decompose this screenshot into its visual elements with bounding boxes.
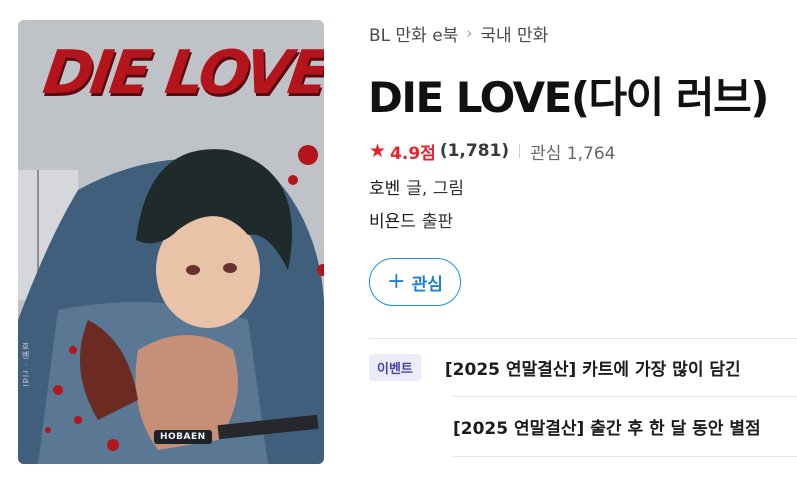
follow-button[interactable]: + 관심 xyxy=(369,258,461,306)
chevron-right-icon: › xyxy=(466,24,473,42)
cover-side-text: 호벤 · ridi xyxy=(21,342,30,388)
follow-button-label: 관심 xyxy=(411,274,443,295)
publisher-row: 비욘드 출판 xyxy=(369,207,453,232)
event-badge: 이벤트 xyxy=(369,353,421,381)
event-item[interactable]: 이벤트 [2025 연말결산] 카트에 가장 많이 담긴 xyxy=(369,347,797,387)
rating-row: ★ 4.9점 (1,781) 관심 1,764 xyxy=(369,139,616,164)
publisher-role: 출판 xyxy=(421,212,454,232)
book-cover[interactable]: DIE LOVE 호벤 · ridi HOBAEN xyxy=(18,20,324,464)
event-item[interactable]: [2025 연말결산] 출간 후 한 달 동안 별점 xyxy=(369,406,797,446)
divider xyxy=(519,144,521,158)
star-icon: ★ xyxy=(369,140,387,162)
breadcrumb-category[interactable]: BL 만화 e북 xyxy=(369,21,458,46)
author-role: 글, 그림 xyxy=(406,179,465,199)
section-divider xyxy=(369,338,797,339)
author-row: 호벤 글, 그림 xyxy=(369,174,464,199)
breadcrumb: BL 만화 e북 › 국내 만화 xyxy=(369,20,548,46)
event-divider xyxy=(453,396,797,397)
event-divider xyxy=(453,456,797,457)
interest-count: 관심 1,764 xyxy=(530,143,616,164)
plus-icon: + xyxy=(387,269,406,294)
rating-count[interactable]: (1,781) xyxy=(440,141,509,161)
cover-author-tag: HOBAEN xyxy=(154,430,212,444)
cover-title-art: DIE LOVE xyxy=(39,38,324,108)
event-text[interactable]: [2025 연말결산] 출간 후 한 달 동안 별점 xyxy=(453,414,761,439)
rating-score[interactable]: 4.9점 xyxy=(390,139,436,164)
book-title: DIE LOVE(다이 러브) xyxy=(368,73,769,122)
author-name[interactable]: 호벤 xyxy=(369,174,400,199)
breadcrumb-subcategory[interactable]: 국내 만화 xyxy=(480,21,548,46)
publisher-name[interactable]: 비욘드 xyxy=(369,207,416,232)
event-text[interactable]: [2025 연말결산] 카트에 가장 많이 담긴 xyxy=(445,355,741,380)
